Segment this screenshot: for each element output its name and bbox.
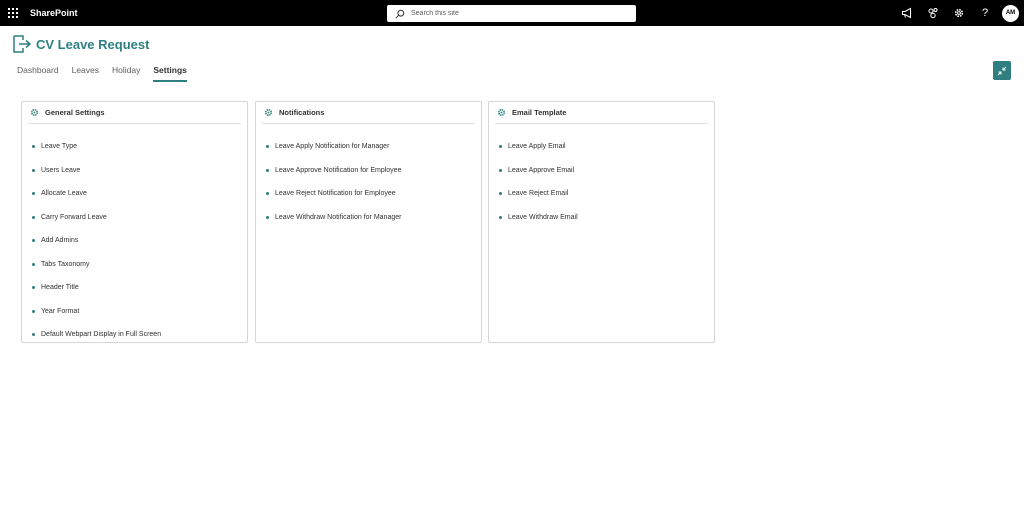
card-title: Notifications <box>279 108 325 117</box>
list-item[interactable]: Carry Forward Leave <box>32 206 247 230</box>
gear-icon <box>954 8 964 18</box>
list-item[interactable]: Leave Approve Notification for Employee <box>266 159 481 183</box>
list-item-label: Leave Reject Notification for Employee <box>275 190 396 198</box>
card-header: Email Template <box>495 108 708 124</box>
bullet-icon <box>499 168 502 172</box>
card-header: General Settings <box>28 108 241 124</box>
notifications-card: Notifications Leave Apply Notification f… <box>255 101 482 343</box>
card-header: Notifications <box>262 108 475 124</box>
list-item-label: Leave Approve Email <box>508 166 575 174</box>
list-item[interactable]: Year Format <box>32 300 247 324</box>
waffle-icon <box>8 8 18 18</box>
avatar[interactable]: AM <box>1002 4 1019 22</box>
list-item-label: Users Leave <box>41 166 81 174</box>
list-item-label: Leave Withdraw Notification for Manager <box>275 213 402 221</box>
list-item-label: Year Format <box>41 307 80 315</box>
search-icon <box>395 9 405 19</box>
suite-bar: SharePoint ? AM <box>0 0 1024 26</box>
help-button[interactable]: ? <box>972 0 998 26</box>
list-item-label: Leave Reject Email <box>508 190 569 198</box>
settings-button[interactable] <box>946 0 972 26</box>
suite-actions: ? AM <box>894 0 1024 26</box>
list-item-label: Add Admins <box>41 237 79 245</box>
page-title: CV Leave Request <box>36 36 150 52</box>
gear-icon <box>264 108 273 117</box>
list-item[interactable]: Allocate Leave <box>32 182 247 206</box>
bullet-icon <box>266 145 269 149</box>
list-item[interactable]: Tabs Taxonomy <box>32 253 247 277</box>
list-item[interactable]: Leave Approve Email <box>499 159 714 183</box>
list-item-label: Leave Type <box>41 143 78 151</box>
news-button[interactable] <box>894 0 920 26</box>
email-template-list: Leave Apply Email Leave Approve Email Le… <box>489 124 714 229</box>
bullet-icon <box>32 286 35 290</box>
list-item[interactable]: Add Admins <box>32 229 247 253</box>
search-box[interactable] <box>387 5 636 22</box>
app-launcher-button[interactable] <box>0 0 26 26</box>
bullet-icon <box>266 215 269 219</box>
card-title: General Settings <box>45 108 105 117</box>
list-item-label: Leave Withdraw Email <box>508 213 578 221</box>
bullet-icon <box>266 192 269 196</box>
list-item[interactable]: Leave Apply Email <box>499 135 714 159</box>
list-item[interactable]: Leave Reject Email <box>499 182 714 206</box>
bullet-icon <box>32 192 35 196</box>
bullet-icon <box>499 192 502 196</box>
email-template-card: Email Template Leave Apply Email Leave A… <box>488 101 715 343</box>
list-item[interactable]: Header Title <box>32 276 247 300</box>
list-item[interactable]: Leave Withdraw Notification for Manager <box>266 206 481 230</box>
tab-bar: Dashboard Leaves Holiday Settings <box>17 65 200 82</box>
list-item-label: Leave Apply Notification for Manager <box>275 143 390 151</box>
gear-icon <box>30 108 39 117</box>
list-item[interactable]: Leave Withdraw Email <box>499 206 714 230</box>
general-settings-card: General Settings Leave Type Users Leave … <box>21 101 248 343</box>
megaphone-icon <box>902 7 911 19</box>
tab-holiday[interactable]: Holiday <box>112 65 140 82</box>
list-item-label: Leave Apply Email <box>508 143 566 151</box>
gear-icon <box>497 108 506 117</box>
settings-list: Leave Type Users Leave Allocate Leave Ca… <box>22 124 247 347</box>
card-title: Email Template <box>512 108 567 117</box>
search-input[interactable] <box>411 10 611 17</box>
sites-button[interactable] <box>920 0 946 26</box>
list-item[interactable]: Users Leave <box>32 159 247 183</box>
tab-settings[interactable]: Settings <box>153 65 187 82</box>
bullet-icon <box>266 168 269 172</box>
bullet-icon <box>32 309 35 313</box>
brand-link[interactable]: SharePoint <box>30 8 78 18</box>
list-item-label: Leave Approve Notification for Employee <box>275 166 402 174</box>
list-item-label: Header Title <box>41 284 79 292</box>
leave-request-logo-icon <box>13 35 32 53</box>
sites-icon <box>928 8 938 19</box>
bullet-icon <box>32 239 35 243</box>
bullet-icon <box>32 262 35 266</box>
list-item-label: Allocate Leave <box>41 190 87 198</box>
list-item[interactable]: Leave Reject Notification for Employee <box>266 182 481 206</box>
tab-dashboard[interactable]: Dashboard <box>17 65 59 82</box>
collapse-icon <box>997 66 1007 75</box>
bullet-icon <box>32 333 35 337</box>
bullet-icon <box>32 145 35 149</box>
exit-fullscreen-button[interactable] <box>993 61 1011 80</box>
bullet-icon <box>499 215 502 219</box>
list-item-label: Default Webpart Display in Full Screen <box>41 331 162 339</box>
tab-leaves[interactable]: Leaves <box>72 65 99 82</box>
list-item[interactable]: Leave Apply Notification for Manager <box>266 135 481 159</box>
bullet-icon <box>499 145 502 149</box>
app-header: CV Leave Request <box>12 34 149 54</box>
notifications-list: Leave Apply Notification for Manager Lea… <box>256 124 481 229</box>
bullet-icon <box>32 168 35 172</box>
list-item[interactable]: Default Webpart Display in Full Screen <box>32 323 247 347</box>
list-item-label: Carry Forward Leave <box>41 213 107 221</box>
list-item[interactable]: Leave Type <box>32 135 247 159</box>
bullet-icon <box>32 215 35 219</box>
list-item-label: Tabs Taxonomy <box>41 260 90 268</box>
